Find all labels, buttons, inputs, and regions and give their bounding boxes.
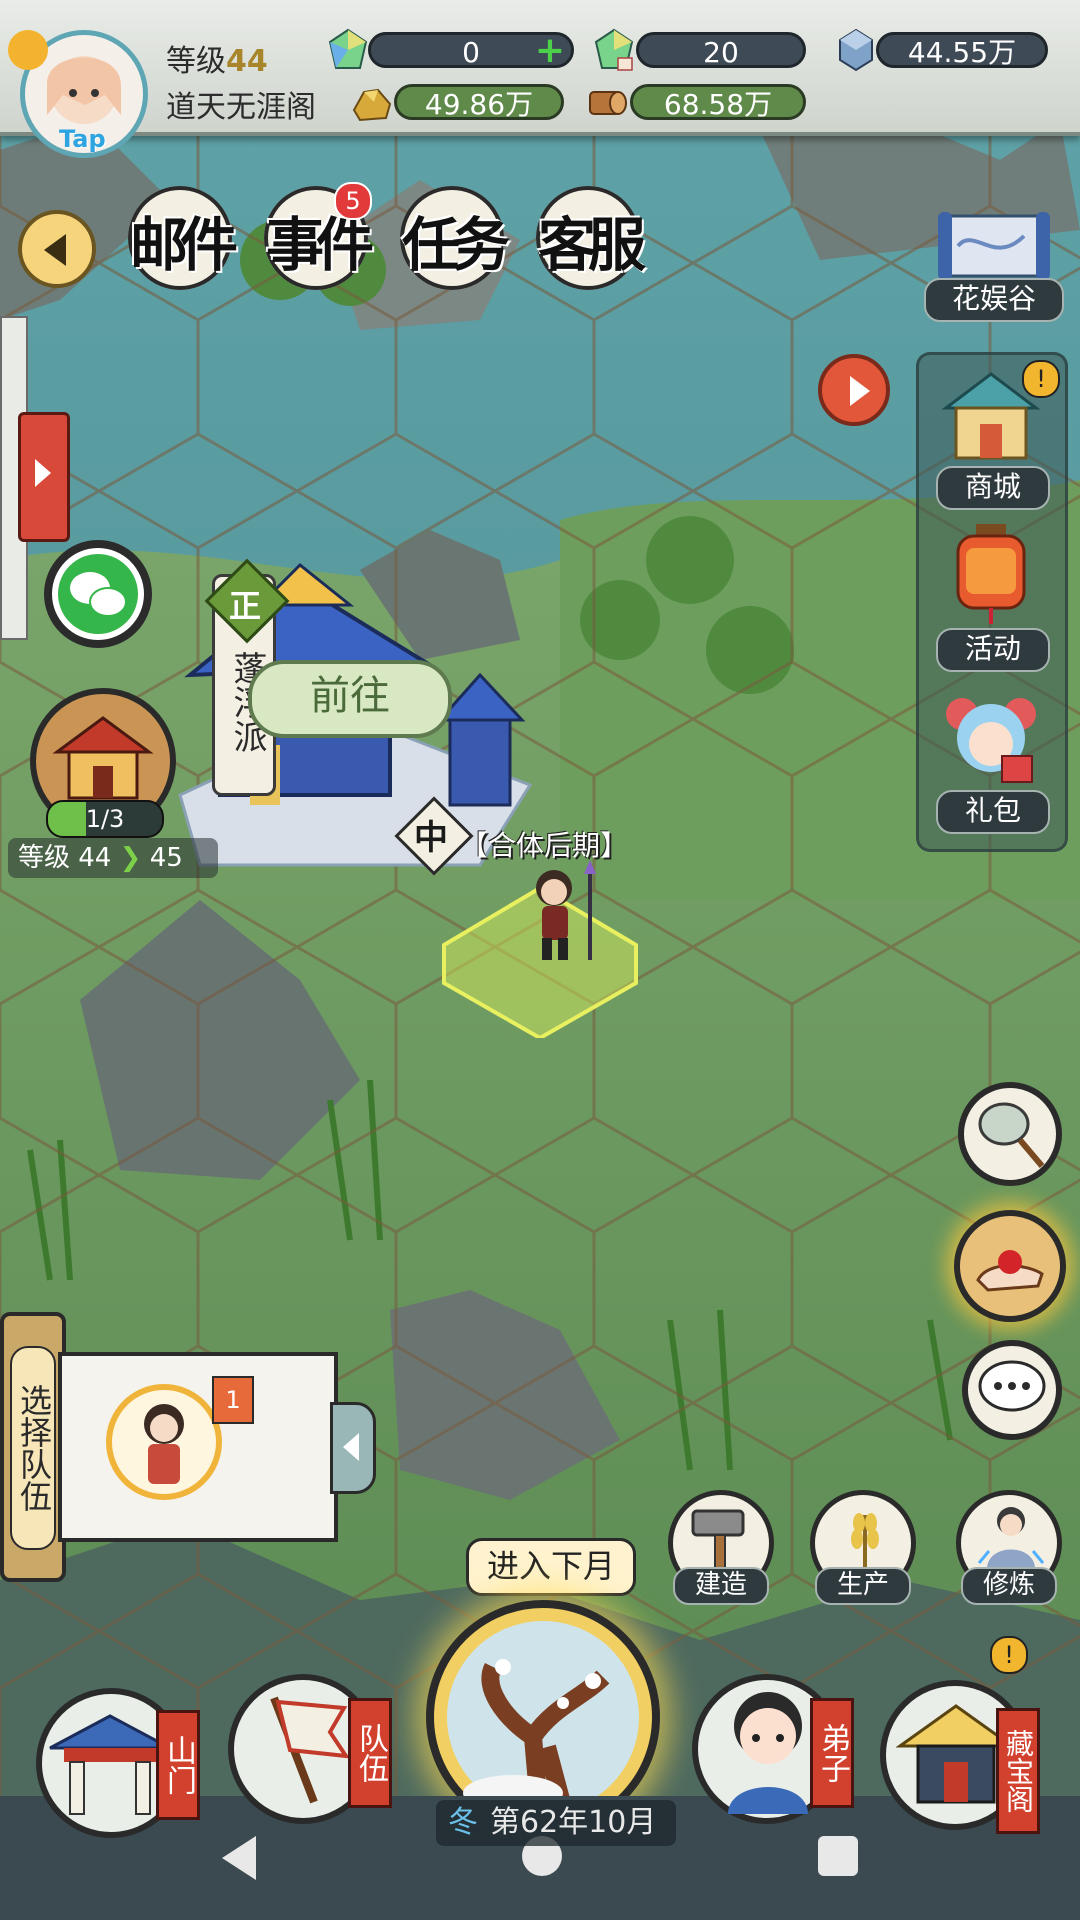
shop-alert-icon: ! [1022, 360, 1060, 398]
build-button[interactable]: 建造 [668, 1490, 774, 1605]
wechat-share-button[interactable] [44, 540, 152, 648]
gift-girl-icon [946, 698, 1036, 783]
crystal-bar: 44.55万 [876, 32, 1048, 69]
sect-progress-bar: 1/3 [46, 800, 164, 838]
customer-service-button[interactable]: 客服 [536, 186, 646, 290]
lantern-activity-icon [956, 524, 1026, 624]
arrow-left-icon [44, 234, 66, 266]
game-screen: Tap 等级44 道天无涯阁 0 + 20 44.55万 49.86万 68.5… [0, 0, 1080, 1920]
shop-label: 商城 [936, 466, 1050, 510]
disciple-label: 弟子 [810, 1698, 854, 1808]
gate-label: 山门 [156, 1710, 200, 1820]
produce-label: 生产 [815, 1567, 911, 1605]
wood-bar: 68.58万 [630, 84, 806, 121]
team-slot-badge: 1 [212, 1376, 254, 1424]
gem-b-value: 20 [703, 36, 739, 69]
gem-a-bar[interactable]: 0 + [368, 32, 574, 69]
bound-gem-icon [594, 28, 634, 71]
arrow-right-icon [850, 376, 870, 406]
player-level: 等级44 [166, 36, 268, 80]
wood-log-icon [589, 91, 627, 115]
center-mark: 中 [414, 818, 448, 858]
winter-tree-icon [447, 1621, 639, 1813]
level-from: 等级 44 [18, 843, 112, 873]
level-value: 44 [226, 44, 268, 79]
collapse-menu-button[interactable] [18, 210, 96, 288]
goto-button[interactable]: 前往 [248, 660, 452, 738]
add-gem-button[interactable]: + [535, 33, 565, 69]
wood-value: 68.58万 [663, 88, 773, 121]
butterfly-net-icon [978, 1102, 1045, 1168]
select-team-label: 选择队伍 [10, 1346, 56, 1550]
banner-flag-icon [270, 1696, 351, 1804]
gift-label: 礼包 [936, 790, 1050, 834]
build-label: 建造 [673, 1567, 769, 1605]
top-status-bar: Tap 等级44 道天无涯阁 0 + 20 44.55万 49.86万 68.5… [0, 0, 1080, 158]
crystal-value: 44.55万 [907, 36, 1017, 69]
level-label: 等级 [166, 44, 226, 79]
team-selection-panel: 1 [58, 1352, 338, 1542]
left-drawer-open-button[interactable] [18, 412, 70, 542]
sect-level-upgrade: 等级 44 ❯ 45 [8, 838, 218, 878]
team-panel-collapse[interactable] [330, 1402, 376, 1494]
nav-recents-icon[interactable] [818, 1836, 858, 1876]
faction-mark: 正 [229, 587, 262, 625]
shop-button[interactable]: ! 商城 [926, 360, 1060, 510]
cultivation-stage: 【合体后期】 [460, 829, 629, 862]
wechat-icon [52, 548, 144, 640]
date-strip: 冬第62年10月 [436, 1800, 676, 1846]
events-button[interactable]: 事件 5 [264, 182, 374, 290]
expand-right-menu-button[interactable] [818, 354, 890, 426]
gift-pack-button[interactable]: 礼包 [926, 690, 1056, 840]
sun-icon [8, 30, 48, 70]
chat-bubble-icon [978, 1360, 1046, 1412]
level-to: 45 [149, 843, 183, 873]
valley-button[interactable]: 花娱谷 [924, 206, 1064, 322]
events-badge: 5 [334, 182, 372, 220]
divination-button[interactable] [954, 1210, 1066, 1322]
team-scroll-handle[interactable]: 选择队伍 [0, 1312, 66, 1582]
gold-ore-icon [352, 88, 392, 122]
arrow-left-small-icon [343, 1433, 359, 1461]
mail-label: 邮件 [130, 211, 238, 279]
mail-button[interactable]: 邮件 [128, 186, 238, 290]
gem-b-bar: 20 [636, 32, 806, 69]
tasks-label: 任务 [402, 211, 510, 279]
season-text: 冬 [448, 1805, 478, 1840]
player-name: 道天无涯阁 [166, 90, 316, 125]
catch-net-button[interactable] [958, 1082, 1062, 1186]
arrow-right-small-icon [35, 459, 51, 487]
produce-button[interactable]: 生产 [810, 1490, 916, 1605]
service-label: 客服 [538, 211, 646, 279]
team-label: 队伍 [348, 1698, 392, 1808]
team-hero-icon [144, 1404, 184, 1484]
spirit-crystal-icon [839, 28, 873, 72]
tasks-button[interactable]: 任务 [400, 186, 510, 290]
player-character[interactable] [518, 860, 598, 970]
date-text: 第62年10月 [490, 1805, 657, 1840]
gold-bar: 49.86万 [394, 84, 564, 121]
gold-value: 49.86万 [424, 88, 534, 121]
avatar-tag: Tap [59, 125, 106, 153]
rainbow-gem-icon [328, 28, 368, 69]
gem-a-value: 0 [462, 36, 480, 69]
sect-progress-text: 1/3 [85, 805, 125, 833]
scroll-map-icon [938, 212, 1050, 280]
cultivate-label: 修炼 [961, 1567, 1057, 1605]
treasure-alert-icon: ! [990, 1636, 1028, 1674]
chat-button[interactable] [962, 1340, 1062, 1440]
valley-label: 花娱谷 [924, 278, 1064, 322]
chevron-right-icon: ❯ [119, 843, 142, 873]
hand-pill-icon [976, 1250, 1044, 1292]
treasure-label: 藏宝阁 [996, 1708, 1040, 1834]
nav-back-icon[interactable] [222, 1836, 256, 1880]
team-member-slot[interactable] [106, 1384, 222, 1500]
cultivate-button[interactable]: 修炼 [956, 1490, 1062, 1605]
next-month-bubble: 进入下月 [466, 1538, 636, 1596]
activity-label: 活动 [936, 628, 1050, 672]
activity-button[interactable]: 活动 [926, 518, 1056, 672]
